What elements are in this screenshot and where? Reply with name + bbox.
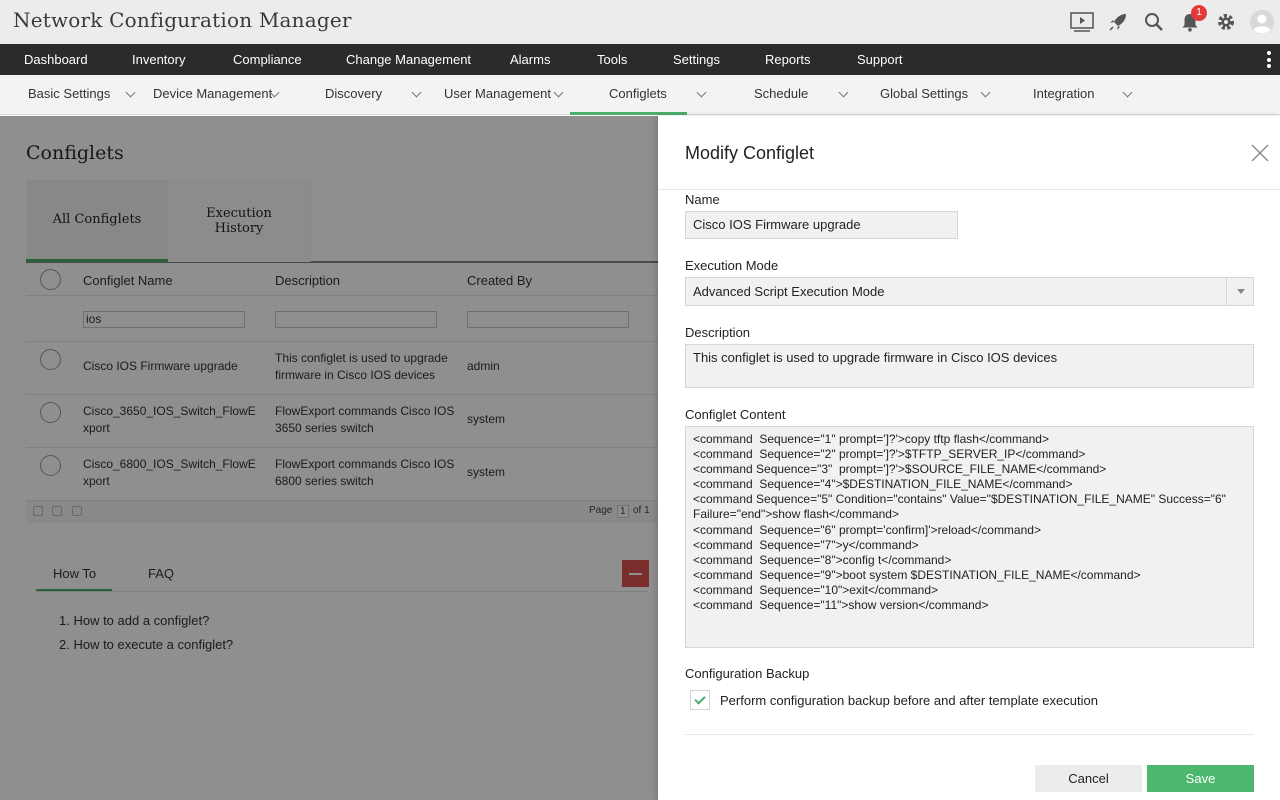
execution-mode-select[interactable]: Advanced Script Execution Mode [685, 277, 1254, 306]
backup-checkbox[interactable] [690, 690, 710, 710]
save-button[interactable]: Save [1147, 765, 1254, 792]
search-icon[interactable] [1136, 0, 1172, 44]
more-menu-icon[interactable] [1266, 51, 1272, 68]
content-line: <command Sequence="6" prompt='confirm]'>… [693, 522, 1041, 537]
chevron-down-icon[interactable] [980, 87, 991, 98]
subnav-integration[interactable]: Integration [1033, 75, 1094, 115]
nav-support[interactable]: Support [857, 44, 903, 75]
nav-dashboard[interactable]: Dashboard [24, 44, 88, 75]
content-line: <command Sequence="2" prompt=']?'>$TFTP_… [693, 447, 1086, 462]
modal-backdrop[interactable] [0, 116, 658, 800]
nav-compliance[interactable]: Compliance [233, 44, 302, 75]
nav-inventory[interactable]: Inventory [132, 44, 185, 75]
subnav-global-settings[interactable]: Global Settings [880, 75, 968, 115]
chevron-down-icon[interactable] [1226, 277, 1254, 306]
subnav-basic-settings[interactable]: Basic Settings [28, 75, 110, 115]
tv-icon[interactable] [1064, 0, 1100, 44]
app-title: Network Configuration Manager [13, 8, 352, 32]
backup-checkbox-label[interactable]: Perform configuration backup before and … [720, 693, 1098, 708]
chevron-down-icon[interactable] [696, 87, 707, 98]
subnav-device-management[interactable]: Device Management [153, 75, 272, 115]
chevron-down-icon[interactable] [1122, 87, 1133, 98]
close-icon[interactable] [1251, 144, 1269, 162]
subnav-active-indicator [570, 112, 687, 115]
name-label: Name [685, 192, 720, 207]
execution-mode-value: Advanced Script Execution Mode [693, 284, 885, 299]
user-avatar-icon[interactable] [1244, 0, 1280, 44]
app-header: Network Configuration Manager 1 [0, 0, 1280, 44]
gear-icon[interactable] [1208, 0, 1244, 44]
content-line: <command Sequence="11">show version</com… [693, 598, 989, 613]
sub-nav: Basic Settings Device Management Discove… [0, 75, 1280, 115]
nav-change-management[interactable]: Change Management [346, 44, 471, 75]
divider [658, 189, 1280, 190]
configuration-backup-label: Configuration Backup [685, 666, 810, 681]
nav-tools[interactable]: Tools [597, 44, 627, 75]
notification-badge: 1 [1191, 5, 1207, 21]
modify-configlet-panel: Modify Configlet Name Cisco IOS Firmware… [658, 116, 1280, 800]
content-line: <command Sequence="3" prompt=']?'>$SOURC… [693, 462, 1107, 477]
panel-title: Modify Configlet [685, 143, 815, 163]
content-line: <command Sequence="7">y</command> [693, 537, 919, 552]
execution-mode-label: Execution Mode [685, 258, 779, 273]
description-label: Description [685, 325, 751, 340]
nav-settings[interactable]: Settings [673, 44, 720, 75]
rocket-icon[interactable] [1100, 0, 1136, 44]
main-nav: Dashboard Inventory Compliance Change Ma… [0, 44, 1280, 75]
configlet-content-field[interactable]: <command Sequence="1" prompt=']?'>copy t… [685, 426, 1254, 648]
content-line: <command Sequence="4">$DESTINATION_FILE_… [693, 477, 1073, 492]
header-icons: 1 [1064, 0, 1280, 44]
description-field[interactable]: This configlet is used to upgrade firmwa… [685, 344, 1254, 388]
cancel-button[interactable]: Cancel [1035, 765, 1142, 792]
subnav-user-management[interactable]: User Management [444, 75, 551, 115]
content-line: <command Sequence="8">config t</command> [693, 552, 952, 567]
divider [685, 734, 1254, 735]
configlet-content-label: Configlet Content [685, 407, 786, 422]
content-line: <command Sequence="10">exit</command> [693, 582, 939, 597]
content-line: <command Sequence="5" Condition="contain… [693, 492, 1230, 522]
bell-icon[interactable]: 1 [1172, 0, 1208, 44]
nav-reports[interactable]: Reports [765, 44, 811, 75]
subnav-configlets[interactable]: Configlets [609, 75, 667, 115]
chevron-down-icon[interactable] [553, 87, 564, 98]
content-line: <command Sequence="9">boot system $DESTI… [693, 567, 1141, 582]
name-field[interactable]: Cisco IOS Firmware upgrade [685, 211, 958, 239]
subnav-schedule[interactable]: Schedule [754, 75, 808, 115]
subnav-discovery[interactable]: Discovery [325, 75, 382, 115]
nav-alarms[interactable]: Alarms [510, 44, 550, 75]
content-line: <command Sequence="1" prompt=']?'>copy t… [693, 432, 1049, 446]
chevron-down-icon[interactable] [125, 87, 136, 98]
chevron-down-icon[interactable] [411, 87, 422, 98]
checkmark-icon [694, 693, 706, 705]
chevron-down-icon[interactable] [838, 87, 849, 98]
